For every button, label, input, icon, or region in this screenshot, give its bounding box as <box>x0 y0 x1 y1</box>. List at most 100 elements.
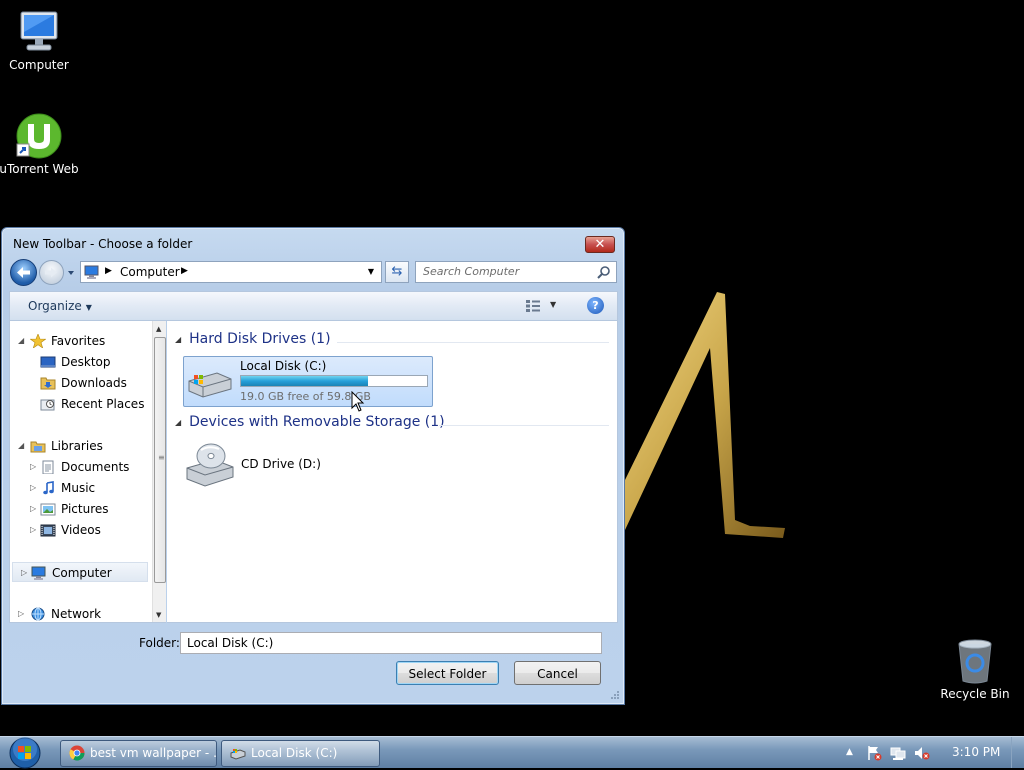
drive-name: CD Drive (D:) <box>241 457 321 471</box>
resize-grip-icon[interactable] <box>610 690 620 700</box>
videos-icon <box>40 523 56 537</box>
navigation-pane: ◢ Favorites Desktop Downloads Recent Places ◢… <box>9 321 166 623</box>
computer-icon <box>31 566 47 580</box>
desktop-icon-label: uTorrent Web <box>0 162 79 176</box>
dialog-title: New Toolbar - Choose a folder <box>13 237 193 251</box>
desktop-icon-recycle-bin[interactable]: Recycle Bin <box>933 637 1017 701</box>
network-icon <box>30 607 46 621</box>
breadcrumb-computer[interactable]: Computer <box>120 265 180 279</box>
drive-name: Local Disk (C:) <box>240 359 327 373</box>
close-button[interactable]: ✕ <box>585 236 615 253</box>
address-dropdown-icon[interactable]: ▼ <box>362 263 380 281</box>
folder-input[interactable] <box>180 632 602 654</box>
change-view-icon[interactable] <box>525 299 541 313</box>
taskbar: best vm wallpaper - ... Local Disk (C:) … <box>0 736 1024 770</box>
group-divider <box>337 342 609 343</box>
view-options-dropdown-icon[interactable]: ▼ <box>550 300 556 309</box>
breadcrumb-chevron-icon[interactable]: ▶ <box>105 266 112 276</box>
search-icon[interactable] <box>597 265 611 279</box>
sidebar-item-libraries[interactable]: ◢ Libraries <box>10 436 103 456</box>
forward-arrow-icon <box>45 267 57 278</box>
group-header-removable[interactable]: ◢ Devices with Removable Storage (1) <box>175 414 445 430</box>
taskbar-button-chrome[interactable]: best vm wallpaper - ... <box>60 740 217 767</box>
navigation-pane-scrollbar[interactable]: ▲ ≡ ▼ <box>152 321 166 622</box>
drive-usage-bar <box>240 375 428 387</box>
expand-arrow-icon[interactable]: ▷ <box>30 499 36 519</box>
search-input[interactable] <box>423 265 593 278</box>
sidebar-item-label: Network <box>51 607 102 621</box>
sidebar-item-label: Downloads <box>61 376 127 390</box>
collapse-group-icon[interactable]: ◢ <box>175 335 181 344</box>
drive-item-cd-drive-d[interactable]: CD Drive (D:) <box>183 439 333 493</box>
sidebar-item-network[interactable]: ▷ Network <box>10 604 102 622</box>
sidebar-item-desktop[interactable]: Desktop <box>10 352 111 372</box>
group-header-hard-disk[interactable]: ◢ Hard Disk Drives (1) <box>175 331 331 347</box>
sidebar-item-label: Documents <box>61 460 130 474</box>
group-header-label: Devices with Removable Storage (1) <box>189 414 445 430</box>
sidebar-item-pictures[interactable]: ▷ Pictures <box>10 499 109 519</box>
star-icon <box>29 332 47 349</box>
mouse-cursor-icon <box>351 391 365 412</box>
system-clock[interactable]: 3:10 PM <box>952 745 1000 759</box>
expand-arrow-icon[interactable]: ▷ <box>21 563 27 583</box>
desktop-icon-utorrent[interactable]: uTorrent Web <box>0 112 81 176</box>
sidebar-item-recent-places[interactable]: Recent Places <box>10 394 144 414</box>
hard-drive-icon <box>230 748 246 760</box>
sidebar-item-documents[interactable]: ▷ Documents <box>10 457 129 477</box>
search-box[interactable] <box>415 261 617 283</box>
back-button[interactable] <box>10 259 37 286</box>
sidebar-item-label: Music <box>61 481 96 495</box>
documents-icon <box>40 460 56 474</box>
address-bar[interactable]: ▶ Computer ▶ ▼ <box>80 261 382 283</box>
computer-icon <box>84 265 99 279</box>
sidebar-item-label: Recent Places <box>61 397 145 411</box>
chrome-icon <box>69 745 85 761</box>
expand-arrow-icon[interactable]: ▷ <box>18 604 24 622</box>
collapse-arrow-icon[interactable]: ◢ <box>18 436 24 456</box>
folder-label: Folder: <box>139 636 180 650</box>
show-desktop-button[interactable] <box>1011 737 1024 768</box>
forward-button[interactable] <box>39 260 64 285</box>
taskbar-button-label: best vm wallpaper - ... <box>90 746 217 760</box>
sidebar-item-videos[interactable]: ▷ Videos <box>10 520 101 540</box>
breadcrumb-chevron-icon[interactable]: ▶ <box>181 266 188 276</box>
refresh-button[interactable]: ⇆ <box>385 261 409 283</box>
recent-pages-dropdown-icon[interactable] <box>66 268 76 278</box>
choose-folder-dialog: New Toolbar - Choose a folder ✕ ▶ Comput… <box>1 227 625 705</box>
expand-arrow-icon[interactable]: ▷ <box>30 478 36 498</box>
start-button[interactable] <box>6 736 44 770</box>
drive-item-local-disk-c[interactable]: Local Disk (C:) 19.0 GB free of 59.8 GB <box>183 356 433 407</box>
command-bar: Organize ▼ ▼ ? <box>9 291 618 321</box>
scrollbar-thumb[interactable]: ≡ <box>154 337 166 583</box>
cancel-button[interactable]: Cancel <box>514 661 601 685</box>
desktop-icon-computer[interactable]: Computer <box>0 8 81 72</box>
expand-arrow-icon[interactable]: ▷ <box>30 457 36 477</box>
volume-muted-icon[interactable] <box>914 745 930 761</box>
sidebar-item-computer[interactable]: ▷ Computer <box>12 562 148 582</box>
desktop-icon-label: Computer <box>9 58 69 72</box>
recent-places-icon <box>40 397 56 411</box>
sidebar-item-favorites[interactable]: ◢ Favorites <box>10 331 105 351</box>
organize-button[interactable]: Organize ▼ <box>28 299 92 313</box>
collapse-group-icon[interactable]: ◢ <box>175 418 181 427</box>
downloads-folder-icon <box>40 376 56 390</box>
action-center-icon[interactable] <box>866 745 882 761</box>
sidebar-item-music[interactable]: ▷ Music <box>10 478 95 498</box>
desktop-icon-label: Recycle Bin <box>940 687 1010 701</box>
collapse-arrow-icon[interactable]: ◢ <box>18 331 24 351</box>
sidebar-item-label: Videos <box>61 523 101 537</box>
scroll-down-icon[interactable]: ▼ <box>156 611 161 619</box>
network-tray-icon[interactable] <box>890 745 906 761</box>
sidebar-item-downloads[interactable]: Downloads <box>10 373 127 393</box>
sidebar-item-label: Favorites <box>51 334 106 348</box>
taskbar-button-label: Local Disk (C:) <box>251 746 338 760</box>
select-folder-button[interactable]: Select Folder <box>396 661 499 685</box>
scroll-up-icon[interactable]: ▲ <box>156 325 161 333</box>
dialog-titlebar[interactable]: New Toolbar - Choose a folder ✕ <box>2 228 624 258</box>
recycle-bin-icon <box>951 637 999 685</box>
taskbar-button-local-disk[interactable]: Local Disk (C:) <box>221 740 380 767</box>
show-hidden-icons-icon[interactable]: ▲ <box>846 747 853 757</box>
expand-arrow-icon[interactable]: ▷ <box>30 520 36 540</box>
sidebar-item-label: Pictures <box>61 502 109 516</box>
help-icon[interactable]: ? <box>587 297 604 314</box>
